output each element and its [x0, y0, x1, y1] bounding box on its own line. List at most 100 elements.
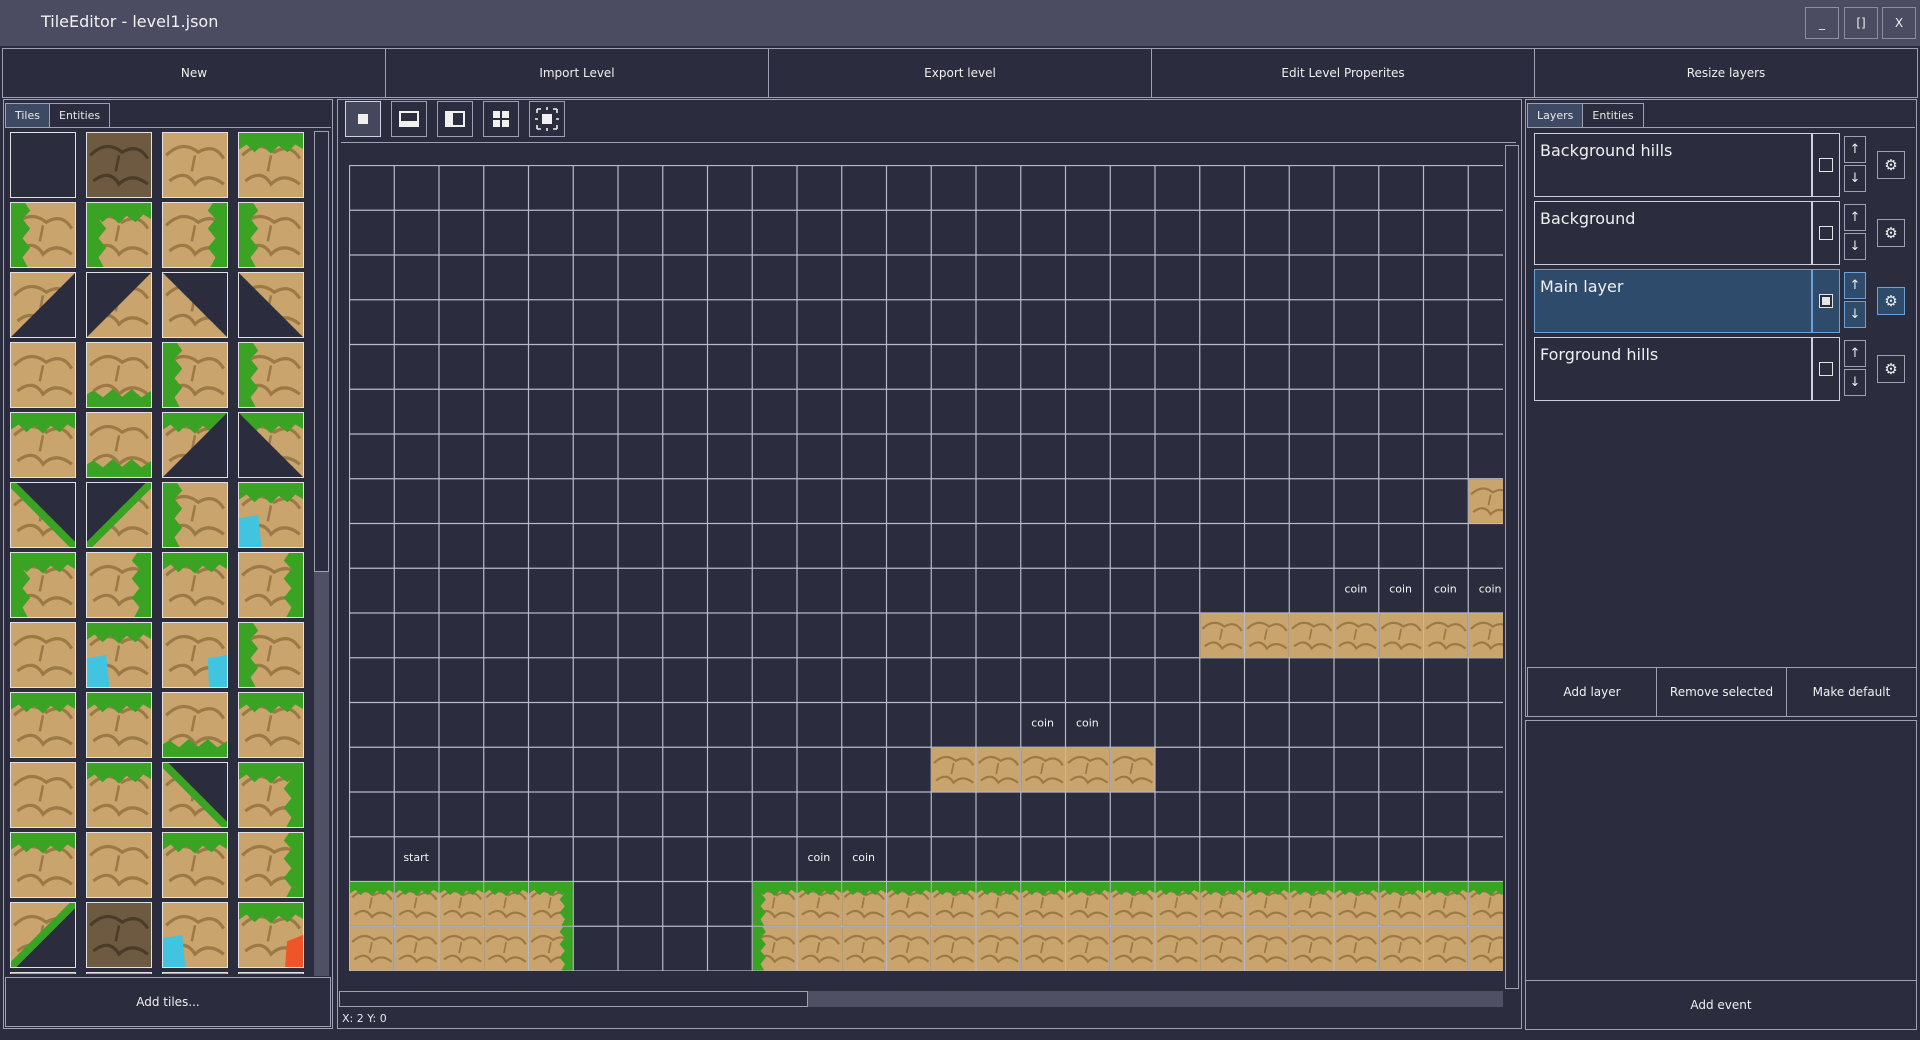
palette-tile[interactable] — [10, 692, 76, 758]
add-event-button[interactable]: Add event — [1525, 980, 1917, 1030]
layer-name[interactable]: Main layer — [1534, 269, 1812, 333]
palette-tile[interactable] — [86, 482, 152, 548]
palette-tile[interactable] — [10, 132, 76, 198]
maximize-button[interactable]: [] — [1844, 7, 1878, 39]
palette-tile[interactable] — [86, 272, 152, 338]
palette-tile[interactable] — [10, 832, 76, 898]
resize-layers-button[interactable]: Resize layers — [1534, 48, 1918, 98]
palette-tile[interactable] — [10, 272, 76, 338]
tab-right-entities[interactable]: Entities — [1582, 103, 1644, 127]
palette-tile[interactable] — [86, 832, 152, 898]
palette-tile[interactable] — [86, 342, 152, 408]
palette-tile[interactable] — [10, 412, 76, 478]
layer-settings-button[interactable]: ⚙ — [1877, 287, 1905, 315]
left-fill-tool-button[interactable] — [437, 101, 473, 137]
layer-row[interactable]: Background hills ↑ ↓ ⚙ — [1534, 133, 1905, 197]
palette-tile[interactable] — [238, 832, 304, 898]
palette-tile[interactable] — [162, 272, 228, 338]
tab-layers[interactable]: Layers — [1527, 103, 1584, 127]
palette-tile[interactable] — [10, 342, 76, 408]
palette-tile[interactable] — [10, 762, 76, 828]
palette-tile[interactable] — [162, 972, 228, 974]
move-layer-up-button[interactable]: ↑ — [1844, 204, 1866, 231]
layer-row[interactable]: Background ↑ ↓ ⚙ — [1534, 201, 1905, 265]
palette-tile[interactable] — [238, 342, 304, 408]
move-layer-down-button[interactable]: ↓ — [1844, 165, 1866, 192]
remove-selected-button[interactable]: Remove selected — [1656, 667, 1787, 717]
palette-tile[interactable] — [162, 692, 228, 758]
export-level-button[interactable]: Export level — [768, 48, 1152, 98]
make-default-button[interactable]: Make default — [1786, 667, 1917, 717]
move-layer-up-button[interactable]: ↑ — [1844, 272, 1866, 299]
palette-tile[interactable] — [238, 412, 304, 478]
map-vertical-scroll-thumb[interactable] — [1505, 145, 1519, 989]
move-layer-down-button[interactable]: ↓ — [1844, 233, 1866, 260]
palette-tile[interactable] — [10, 622, 76, 688]
palette-tile[interactable] — [238, 762, 304, 828]
layer-visibility-checkbox[interactable] — [1819, 158, 1833, 172]
layer-name[interactable]: Background hills — [1534, 133, 1812, 197]
edit-level-properties-button[interactable]: Edit Level Properites — [1151, 48, 1535, 98]
layer-settings-button[interactable]: ⚙ — [1877, 151, 1905, 179]
palette-tile[interactable] — [86, 762, 152, 828]
map-horizontal-scrollbar[interactable] — [339, 991, 1503, 1007]
palette-tile[interactable] — [238, 552, 304, 618]
palette-tile[interactable] — [86, 692, 152, 758]
map-horizontal-scroll-thumb[interactable] — [339, 991, 808, 1007]
layer-settings-button[interactable]: ⚙ — [1877, 355, 1905, 383]
bottom-fill-tool-button[interactable] — [391, 101, 427, 137]
palette-tile[interactable] — [162, 552, 228, 618]
add-tiles-button[interactable]: Add tiles... — [5, 977, 331, 1027]
minimize-button[interactable]: _ — [1805, 7, 1839, 39]
import-level-button[interactable]: Import Level — [385, 48, 769, 98]
single-tile-tool-button[interactable] — [345, 101, 381, 137]
palette-tile[interactable] — [238, 202, 304, 268]
palette-tile[interactable] — [162, 762, 228, 828]
palette-tile[interactable] — [86, 202, 152, 268]
palette-tile[interactable] — [162, 482, 228, 548]
select-area-tool-button[interactable] — [529, 101, 565, 137]
palette-tile[interactable] — [238, 902, 304, 968]
layer-visibility-checkbox[interactable] — [1819, 226, 1833, 240]
add-layer-button[interactable]: Add layer — [1527, 667, 1657, 717]
layer-name[interactable]: Background — [1534, 201, 1812, 265]
palette-tile[interactable] — [10, 202, 76, 268]
tab-tiles[interactable]: Tiles — [5, 103, 50, 127]
map-vertical-scrollbar[interactable] — [1505, 145, 1519, 989]
palette-tile[interactable] — [238, 622, 304, 688]
layer-settings-button[interactable]: ⚙ — [1877, 219, 1905, 247]
move-layer-down-button[interactable]: ↓ — [1844, 301, 1866, 328]
palette-tile[interactable] — [162, 902, 228, 968]
palette-tile[interactable] — [86, 132, 152, 198]
palette-tile[interactable] — [238, 132, 304, 198]
palette-tile[interactable] — [10, 972, 76, 974]
palette-tile[interactable] — [86, 552, 152, 618]
palette-tile[interactable] — [86, 412, 152, 478]
palette-tile[interactable] — [162, 342, 228, 408]
layer-row[interactable]: Forground hills ↑ ↓ ⚙ — [1534, 337, 1905, 401]
move-layer-down-button[interactable]: ↓ — [1844, 369, 1866, 396]
close-button[interactable]: X — [1882, 7, 1916, 39]
palette-tile[interactable] — [10, 482, 76, 548]
palette-tile[interactable] — [238, 272, 304, 338]
tile-palette-scrollbar[interactable] — [314, 131, 329, 976]
palette-tile[interactable] — [162, 412, 228, 478]
palette-tile[interactable] — [10, 552, 76, 618]
palette-tile[interactable] — [238, 692, 304, 758]
tile-map-canvas[interactable]: start coin coin coin coin coin coin coin coin — [349, 165, 1503, 971]
layer-name[interactable]: Forground hills — [1534, 337, 1812, 401]
palette-tile[interactable] — [162, 202, 228, 268]
palette-tile[interactable] — [162, 832, 228, 898]
layer-row[interactable]: Main layer ↑ ↓ ⚙ — [1534, 269, 1905, 333]
move-layer-up-button[interactable]: ↑ — [1844, 340, 1866, 367]
tile-palette-scroll-thumb[interactable] — [314, 131, 329, 572]
palette-tile[interactable] — [162, 132, 228, 198]
tab-entities[interactable]: Entities — [49, 103, 111, 127]
palette-tile[interactable] — [86, 902, 152, 968]
palette-tile[interactable] — [238, 482, 304, 548]
palette-tile[interactable] — [86, 972, 152, 974]
layer-visibility-checkbox[interactable] — [1819, 362, 1833, 376]
layer-visibility-checkbox[interactable] — [1819, 294, 1833, 308]
move-layer-up-button[interactable]: ↑ — [1844, 136, 1866, 163]
palette-tile[interactable] — [162, 622, 228, 688]
